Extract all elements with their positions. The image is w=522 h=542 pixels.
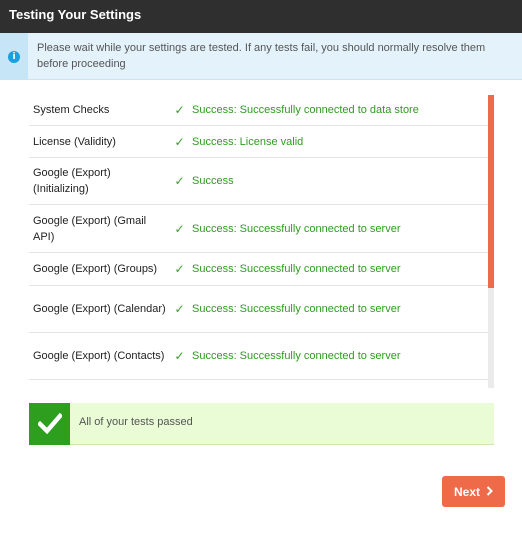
test-status: Success: Successfully connected to serve… — [192, 263, 401, 275]
tests-passed-message: All of your tests passed — [79, 416, 193, 428]
next-button-label: Next — [453, 484, 480, 499]
info-icon: i — [8, 51, 20, 63]
passed-icon-box — [29, 403, 70, 445]
test-status: Success: Successfully connected to serve… — [192, 350, 401, 362]
test-row: License (Validity) ✓ Success: License vali… — [29, 126, 488, 158]
test-status: Success: Successfully connected to data … — [192, 103, 419, 116]
test-name: Google (Export) (Contacts) — [33, 350, 165, 362]
test-name: Google (Export) (Initializing) — [33, 167, 111, 195]
check-icon: ✓ — [174, 221, 185, 236]
next-button[interactable]: Next — [442, 476, 505, 507]
test-rows: System Checks ✓ Success: Successfully conn… — [29, 94, 488, 380]
scrollbar-thumb[interactable] — [488, 95, 494, 288]
chevron-right-icon — [486, 485, 493, 499]
test-row: Google (Export) (Initializing) ✓ Success — [29, 158, 488, 205]
test-row: Google (Export) (Gmail API) ✓ Success: Suc… — [29, 205, 488, 253]
dialog-title: Testing Your Settings — [0, 0, 522, 33]
check-icon: ✓ — [174, 262, 185, 276]
check-icon: ✓ — [174, 302, 185, 316]
test-row: Google (Export) (Calendar) ✓ Success: Succ… — [29, 286, 488, 333]
check-icon: ✓ — [174, 102, 185, 117]
test-results-list[interactable]: System Checks ✓ Success: Successfully conn… — [29, 94, 494, 388]
tests-passed-banner: All of your tests passed — [29, 403, 494, 445]
info-message: Please wait while your settings are test… — [37, 42, 486, 70]
test-status: Success: Successfully connected to serve… — [192, 303, 401, 315]
test-name: Google (Export) (Groups) — [33, 263, 158, 275]
check-icon: ✓ — [174, 349, 185, 363]
test-status: Success — [192, 175, 234, 187]
test-row: Google (Export) (Groups) ✓ Success: Succes… — [29, 253, 488, 286]
test-name: System Checks — [33, 103, 110, 116]
check-icon: ✓ — [174, 174, 185, 188]
check-icon: ✓ — [174, 134, 185, 149]
scrollbar-track[interactable] — [488, 95, 494, 388]
info-banner: i Please wait while your settings are te… — [0, 33, 522, 80]
test-name: Google (Export) (Calendar) — [33, 303, 166, 315]
test-name: License (Validity) — [33, 135, 116, 148]
test-row: System Checks ✓ Success: Successfully conn… — [29, 94, 488, 126]
test-status: Success: License valid — [192, 135, 304, 148]
info-stripe: i — [0, 33, 28, 80]
test-status: Success: Successfully connected to serve… — [192, 222, 401, 235]
checkmark-icon — [38, 413, 62, 435]
test-row: Google (Export) (Contacts) ✓ Success: Succ… — [29, 333, 488, 380]
test-name: Google (Export) (Gmail API) — [33, 214, 147, 243]
